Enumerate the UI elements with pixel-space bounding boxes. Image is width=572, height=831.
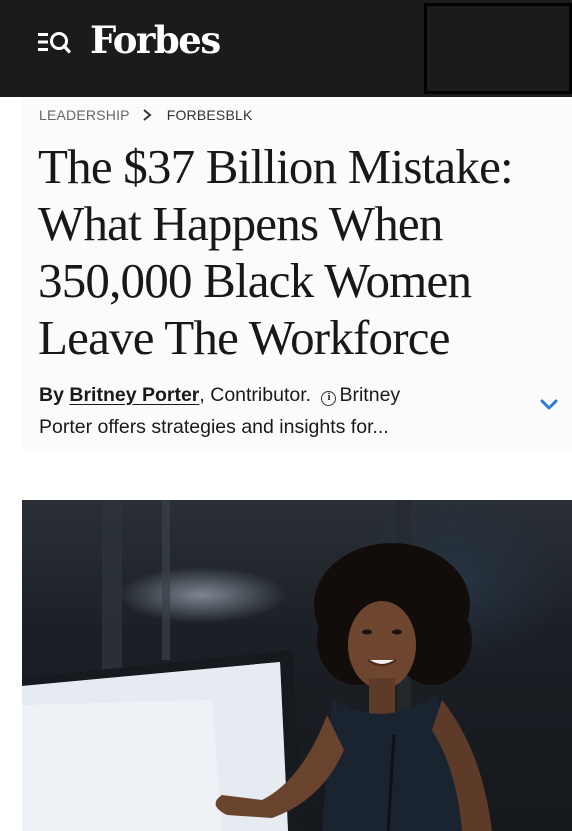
hero-image	[22, 500, 572, 831]
ad-slot	[424, 3, 572, 94]
article-headline: The $37 Billion Mistake: What Happens Wh…	[38, 138, 558, 366]
author-role: , Contributor.	[199, 384, 312, 406]
author-bio: Porter offers strategies and insights fo…	[39, 416, 389, 438]
breadcrumb-item-forbesblk[interactable]: FORBESBLK	[167, 107, 253, 123]
breadcrumb: LEADERSHIP FORBESBLK	[39, 107, 253, 123]
info-icon[interactable]: i	[321, 391, 337, 406]
menu-search-icon[interactable]	[38, 30, 72, 54]
breadcrumb-item-leadership[interactable]: LEADERSHIP	[39, 107, 130, 123]
article-header: LEADERSHIP FORBESBLK The $37 Billion Mis…	[22, 97, 572, 449]
chevron-down-icon[interactable]	[539, 397, 559, 413]
author-link[interactable]: Britney Porter	[69, 384, 199, 406]
forbes-logo[interactable]: Forbes	[90, 16, 221, 64]
headline-line: What Happens When	[38, 196, 443, 251]
site-header: Forbes	[0, 0, 572, 97]
headline-line: 350,000 Black Women	[38, 253, 472, 308]
author-bio-start: Britney	[339, 384, 401, 406]
chevron-right-icon	[143, 109, 152, 121]
photo-of-woman-presenting-at-screen	[22, 500, 492, 831]
byline: By Britney Porter, Contributor. i Britney…	[39, 379, 509, 443]
headline-line: The $37 Billion Mistake:	[38, 139, 514, 194]
headline-line: Leave The Workforce	[38, 310, 450, 365]
byline-prefix: By	[39, 384, 64, 406]
